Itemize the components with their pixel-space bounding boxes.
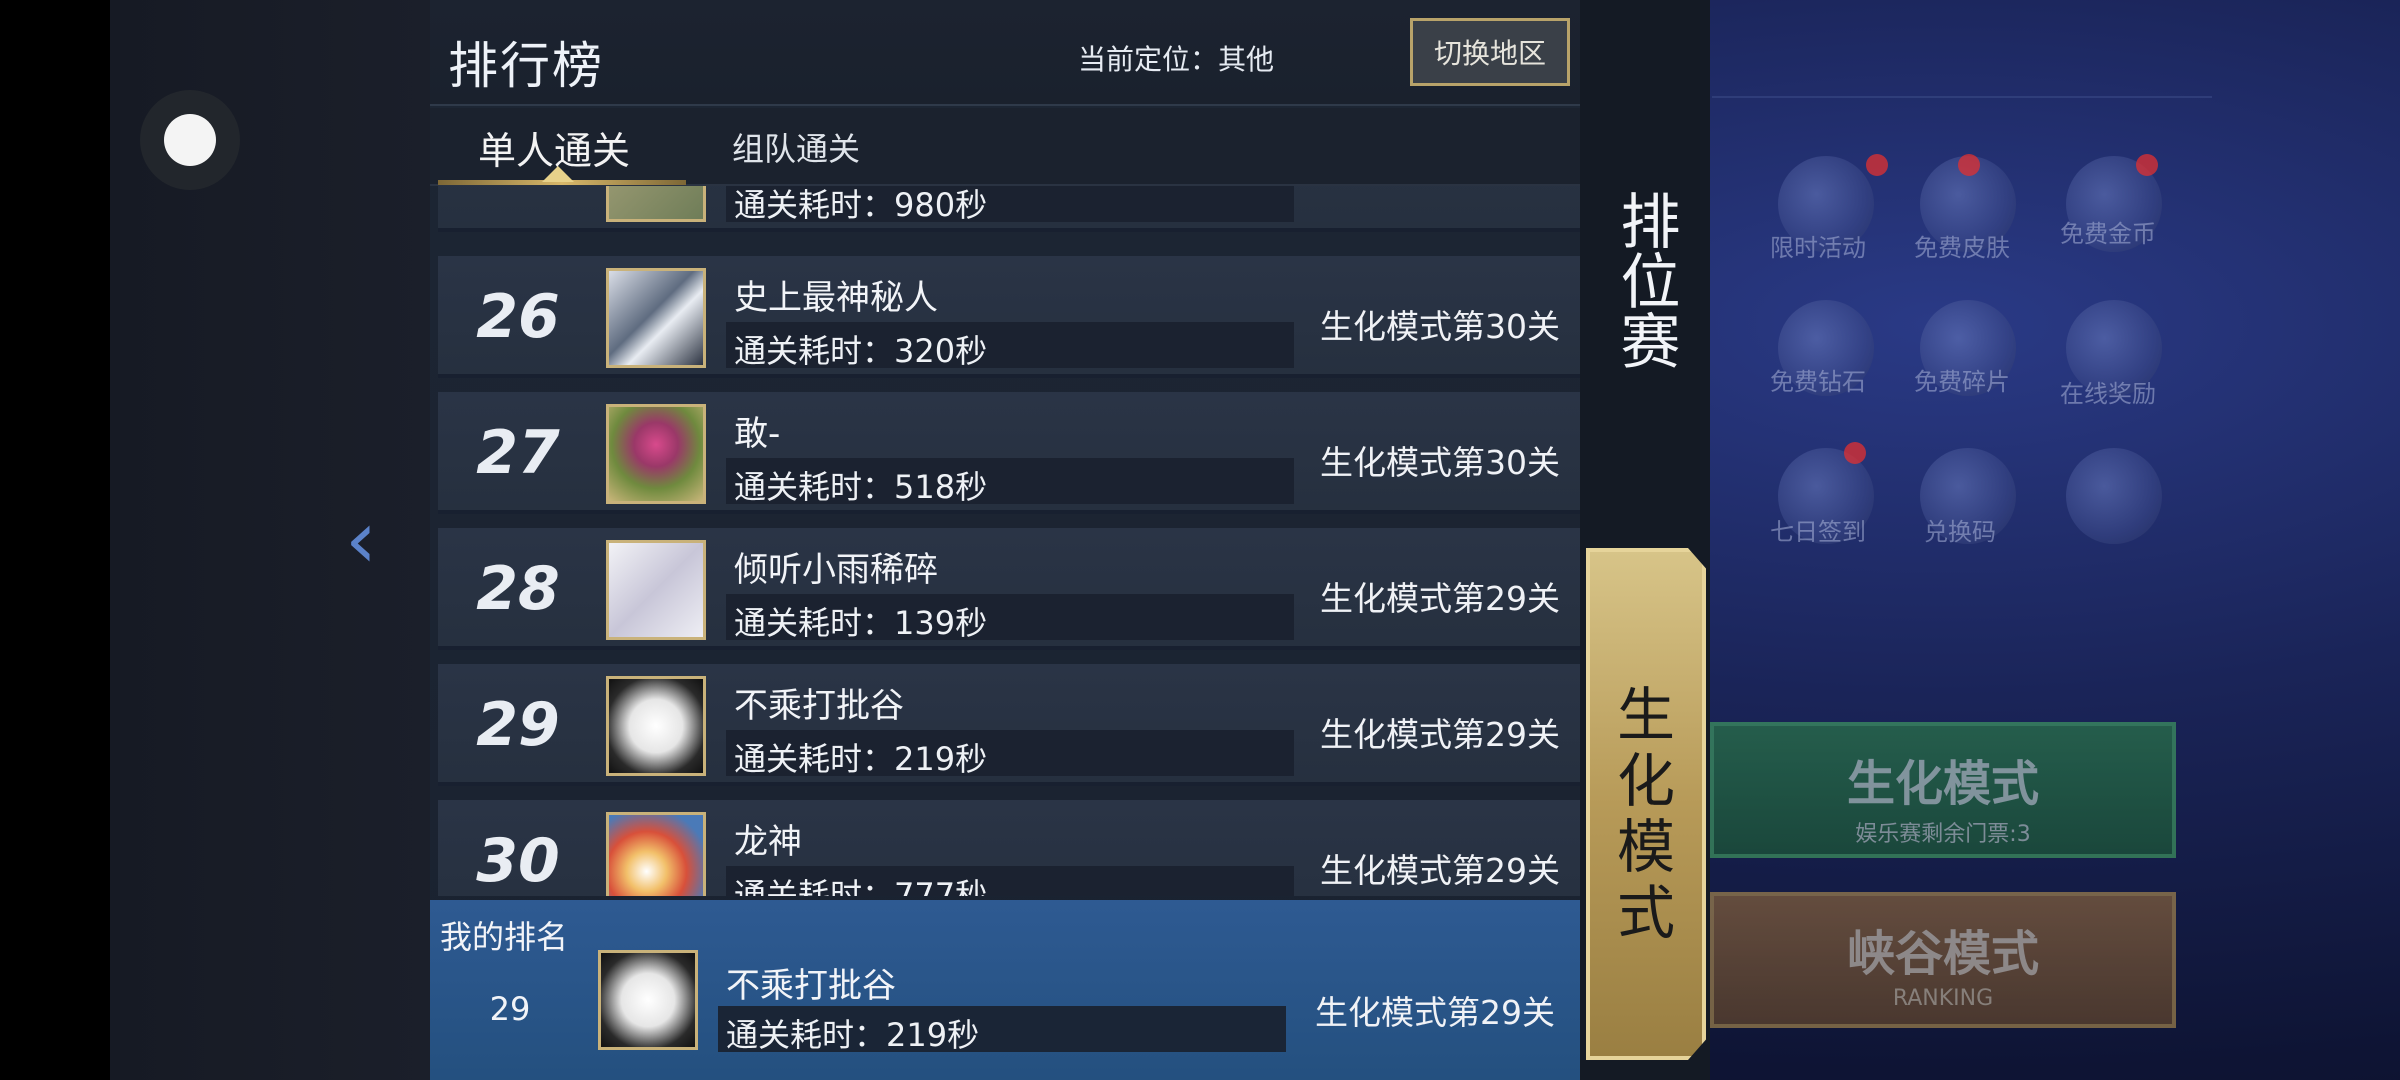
table-row[interactable]: 29 不乘打批谷 通关耗时：219秒 生化模式第29关: [438, 664, 1580, 786]
side-tab-bio-mode[interactable]: 生化模式: [1586, 548, 1706, 1060]
tab-bar: 单人通关 组队通关: [430, 108, 1580, 186]
free-gold-label: 免费金币: [2060, 220, 2156, 248]
notification-dot: [1844, 442, 1866, 464]
clear-time: 通关耗时：777秒: [734, 876, 988, 896]
rank-number: 30: [476, 826, 560, 896]
leaderboard-header: 排行榜 当前定位：其他 切换地区: [430, 0, 1580, 106]
table-row[interactable]: 30 龙神 通关耗时：777秒 生化模式第29关: [438, 800, 1580, 896]
my-level-reached: 生化模式第29关: [1315, 993, 1555, 1032]
valley-mode-subtitle: RANKING: [1892, 986, 1994, 1011]
notification-dot: [1866, 154, 1888, 176]
rank-number: 27: [476, 418, 560, 488]
valley-mode-title: 峡谷模式: [1846, 926, 2039, 982]
my-ranking-label: 我的排名: [440, 918, 569, 956]
seven-day-signin-label: 七日签到: [1770, 518, 1866, 546]
level-reached: 生化模式第29关: [1320, 715, 1560, 754]
level-reached: 生化模式第29关: [1320, 851, 1560, 890]
back-arrow-icon[interactable]: ‹: [345, 500, 395, 580]
valley-mode-background-button: 峡谷模式 RANKING: [1710, 892, 2176, 1028]
clear-time: 通关耗时：139秒: [734, 604, 988, 642]
free-skin-label: 免费皮肤: [1914, 234, 2010, 262]
notification-dot: [1958, 154, 1980, 176]
clear-time: 通关耗时：219秒: [734, 740, 988, 778]
switch-region-button[interactable]: 切换地区: [1410, 18, 1570, 86]
player-name: 龙神: [734, 822, 802, 862]
ranking-list[interactable]: 通关耗时：980秒 26 史上最神秘人 通关耗时：320秒 生化模式第30关 2…: [430, 186, 1580, 896]
current-location: 当前定位：其他: [1078, 43, 1275, 76]
bio-mode-tickets: 娱乐赛剩余门票:3: [1855, 822, 2031, 847]
my-time-box: 通关耗时：219秒: [718, 1006, 1286, 1054]
time-box: 通关耗时：777秒: [726, 866, 1294, 896]
my-player-name: 不乘打批谷: [726, 966, 896, 1006]
floating-home-button[interactable]: [140, 90, 240, 190]
level-reached: 生化模式第30关: [1320, 307, 1560, 346]
online-reward-label: 在线奖励: [2060, 380, 2156, 408]
avatar: [606, 676, 706, 776]
table-row[interactable]: 26 史上最神秘人 通关耗时：320秒 生化模式第30关: [438, 256, 1580, 378]
time-box: 通关耗时：320秒: [726, 322, 1294, 370]
mode-side-tabs: 排位赛 生化模式: [1580, 0, 1710, 1080]
my-rank-number: 29: [489, 990, 531, 1028]
tab-team-clear[interactable]: 组队通关: [732, 124, 860, 170]
avatar: [606, 186, 706, 222]
active-tab-caret-icon: [542, 166, 574, 182]
leaderboard-panel: 排行榜 当前定位：其他 切换地区 单人通关 组队通关 通关耗时：980秒 26 …: [430, 0, 1580, 1080]
background-divider: [1712, 96, 2212, 98]
bio-mode-background-button: 生化模式 娱乐赛剩余门票:3: [1710, 722, 2176, 858]
clear-time: 通关耗时：320秒: [734, 332, 988, 370]
level-reached: 生化模式第30关: [1320, 443, 1560, 482]
limited-event-label: 限时活动: [1770, 234, 1866, 262]
avatar: [606, 812, 706, 896]
table-row[interactable]: 28 倾听小雨稀碎 通关耗时：139秒 生化模式第29关: [438, 528, 1580, 650]
side-tab-bio-mode-label: 生化模式: [1616, 681, 1675, 947]
bio-mode-title: 生化模式: [1846, 756, 2039, 812]
avatar: [606, 404, 706, 504]
time-box: 通关耗时：219秒: [726, 730, 1294, 778]
player-name: 倾听小雨稀碎: [734, 550, 938, 590]
redeem-code-label: 兑换码: [1924, 518, 1996, 546]
side-tab-ranked[interactable]: 排位赛: [1580, 180, 1710, 380]
notification-dot: [2136, 154, 2158, 176]
clear-time: 通关耗时：980秒: [734, 186, 988, 224]
rank-number: 28: [476, 554, 560, 624]
sound-icon: [2066, 448, 2162, 544]
my-ranking-row[interactable]: 我的排名 29 不乘打批谷 通关耗时：219秒 生化模式第29关: [430, 900, 1580, 1080]
clear-time: 通关耗时：518秒: [734, 468, 988, 506]
rank-number: 29: [476, 690, 560, 760]
player-name: 敢-: [734, 414, 781, 454]
free-fragment-label: 免费碎片: [1914, 368, 2010, 396]
avatar: [606, 540, 706, 640]
player-name: 不乘打批谷: [734, 686, 904, 726]
avatar: [606, 268, 706, 368]
page-title: 排行榜: [448, 37, 604, 95]
left-black-bar: [0, 0, 110, 1080]
table-row[interactable]: 27 敢- 通关耗时：518秒 生化模式第30关: [438, 392, 1580, 514]
rank-number: 26: [476, 282, 560, 352]
my-clear-time: 通关耗时：219秒: [726, 1016, 980, 1054]
table-row[interactable]: 通关耗时：980秒: [438, 186, 1580, 232]
time-box: 通关耗时：980秒: [726, 186, 1294, 224]
my-avatar: [598, 950, 698, 1050]
time-box: 通关耗时：139秒: [726, 594, 1294, 642]
level-reached: 生化模式第29关: [1320, 579, 1560, 618]
time-box: 通关耗时：518秒: [726, 458, 1294, 506]
player-name: 史上最神秘人: [734, 278, 938, 318]
free-diamond-label: 免费钻石: [1770, 368, 1866, 396]
